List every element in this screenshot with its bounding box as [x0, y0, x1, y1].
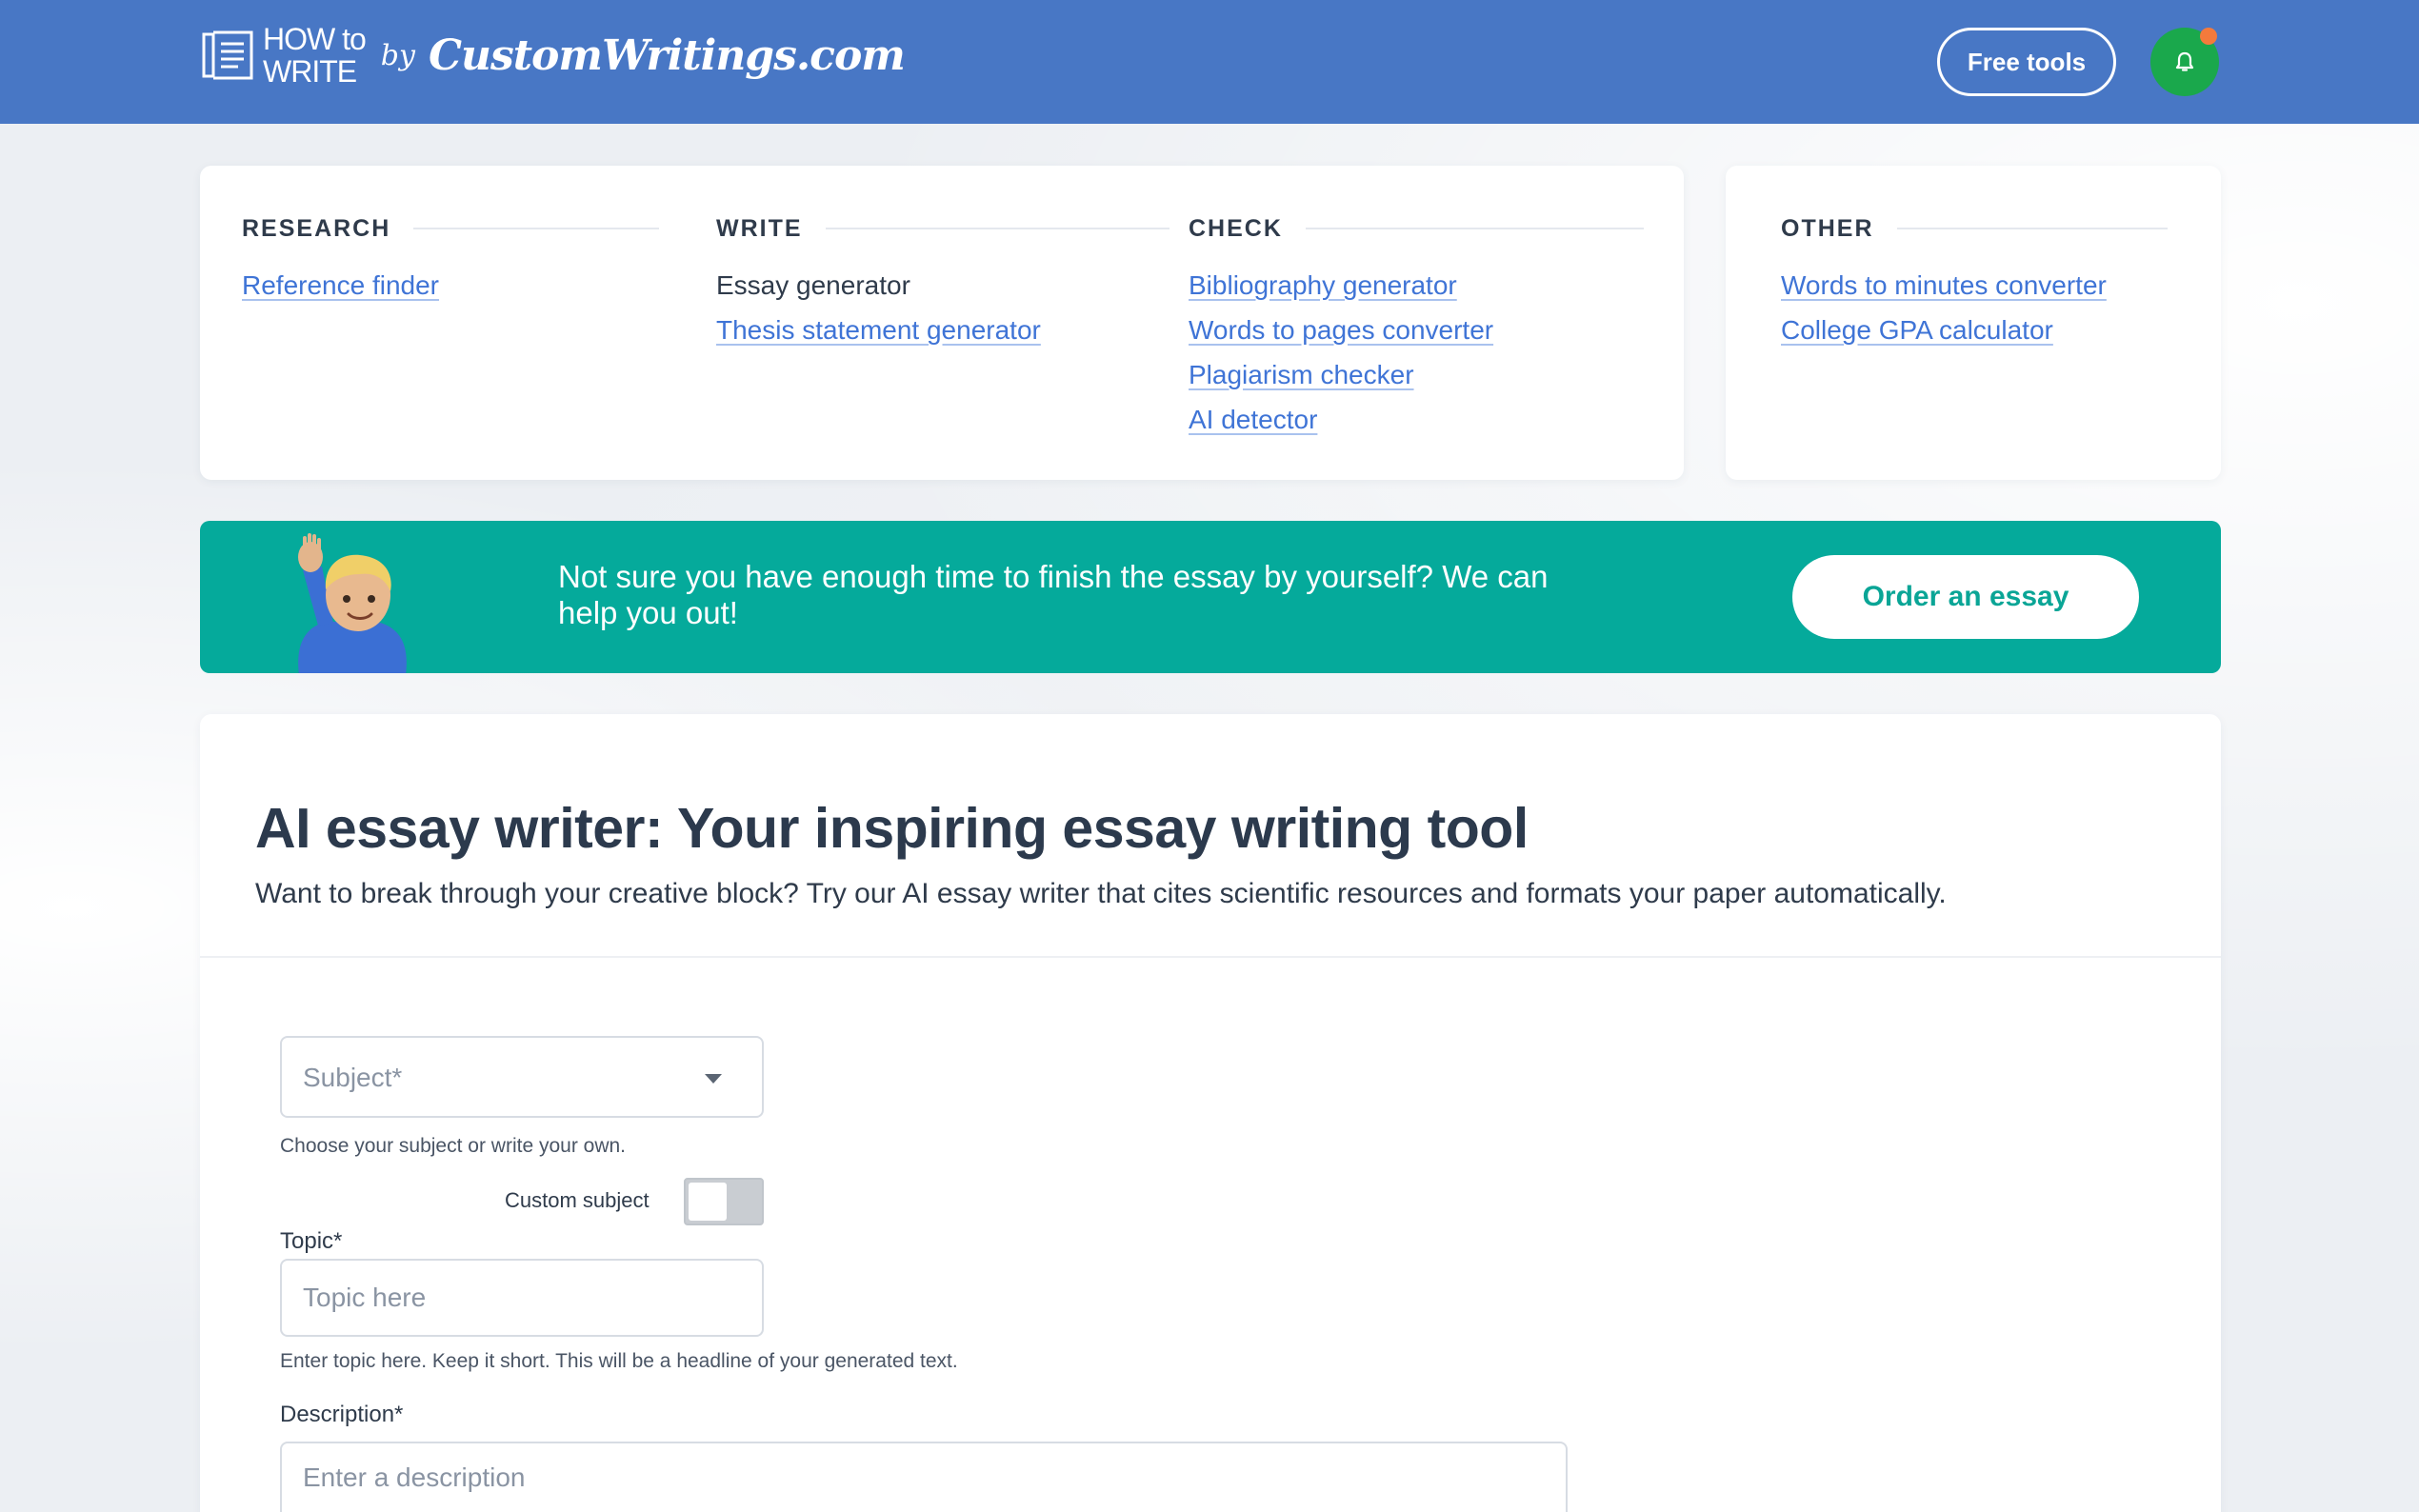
logo-wordmark: HOW to WRITE	[263, 22, 367, 89]
link-plagiarism-checker[interactable]: Plagiarism checker	[1189, 352, 1644, 397]
logo-line-2: WRITE	[263, 54, 357, 89]
top-header: HOW to WRITE by CustomWritings.com Free …	[0, 0, 2419, 124]
topic-input[interactable]	[280, 1259, 764, 1337]
raising-hand-person-icon	[298, 533, 407, 673]
tools-column-research: RESEARCH Reference finder	[242, 209, 659, 308]
tools-column-check: CHECK Bibliography generator Words to pa…	[1189, 209, 1644, 442]
heading-rule	[413, 228, 659, 229]
link-college-gpa-calculator[interactable]: College GPA calculator	[1781, 308, 2168, 352]
logo-by: by	[380, 38, 415, 72]
column-heading: RESEARCH	[242, 209, 659, 248]
order-essay-banner: Not sure you have enough time to finish …	[200, 521, 2221, 673]
link-ai-detector[interactable]: AI detector	[1189, 397, 1644, 442]
book-icon	[200, 29, 255, 82]
section-divider	[200, 956, 2221, 958]
page-title: AI essay writer: Your inspiring essay wr…	[255, 797, 1529, 860]
current-tool-essay-generator: Essay generator	[716, 270, 910, 300]
subject-placeholder: Subject*	[303, 1063, 403, 1092]
column-heading: WRITE	[716, 209, 1170, 248]
toggle-knob	[689, 1183, 727, 1221]
link-words-to-pages-converter[interactable]: Words to pages converter	[1189, 308, 1644, 352]
subject-select[interactable]: Subject*	[280, 1036, 764, 1118]
subject-hint: Choose your subject or write your own.	[280, 1135, 626, 1157]
other-tools-card: OTHER Words to minutes converter College…	[1726, 166, 2221, 480]
custom-subject-label: Custom subject	[505, 1188, 650, 1212]
column-heading: CHECK	[1189, 209, 1644, 248]
notifications-button[interactable]	[2150, 28, 2219, 96]
check-heading: CHECK	[1189, 214, 1283, 242]
tools-menu-card: RESEARCH Reference finder WRITE Essay ge…	[200, 166, 1684, 480]
description-label: Description*	[280, 1402, 404, 1427]
tools-column-write: WRITE Essay generator Thesis statement g…	[716, 209, 1170, 352]
page-subtitle: Want to break through your creative bloc…	[255, 878, 1947, 909]
topic-hint: Enter topic here. Keep it short. This wi…	[280, 1350, 958, 1372]
essay-writer-card: AI essay writer: Your inspiring essay wr…	[200, 714, 2221, 1512]
research-heading: RESEARCH	[242, 214, 391, 242]
chevron-down-icon	[705, 1074, 722, 1084]
logo-line-1: HOW to	[263, 22, 367, 56]
link-reference-finder[interactable]: Reference finder	[242, 263, 659, 308]
heading-rule	[1896, 228, 2168, 229]
notification-dot	[2200, 28, 2217, 45]
link-thesis-statement-generator[interactable]: Thesis statement generator	[716, 308, 1170, 352]
topic-label: Topic*	[280, 1228, 343, 1254]
tools-column-other: OTHER Words to minutes converter College…	[1781, 209, 2168, 352]
custom-subject-toggle[interactable]	[684, 1178, 764, 1225]
banner-message: Not sure you have enough time to finish …	[558, 559, 1549, 630]
logo-brand: CustomWritings.com	[428, 30, 906, 80]
write-heading: WRITE	[716, 214, 803, 242]
column-heading: OTHER	[1781, 209, 2168, 248]
heading-rule	[1305, 228, 1644, 229]
free-tools-button[interactable]: Free tools	[1937, 28, 2116, 96]
order-essay-button[interactable]: Order an essay	[1792, 555, 2139, 639]
heading-rule	[825, 228, 1170, 229]
link-words-to-minutes-converter[interactable]: Words to minutes converter	[1781, 263, 2168, 308]
bell-icon	[2175, 51, 2194, 71]
description-input[interactable]	[280, 1442, 1568, 1512]
link-bibliography-generator[interactable]: Bibliography generator	[1189, 263, 1644, 308]
other-heading: OTHER	[1781, 214, 1874, 242]
site-logo[interactable]: HOW to WRITE by CustomWritings.com	[200, 22, 906, 89]
